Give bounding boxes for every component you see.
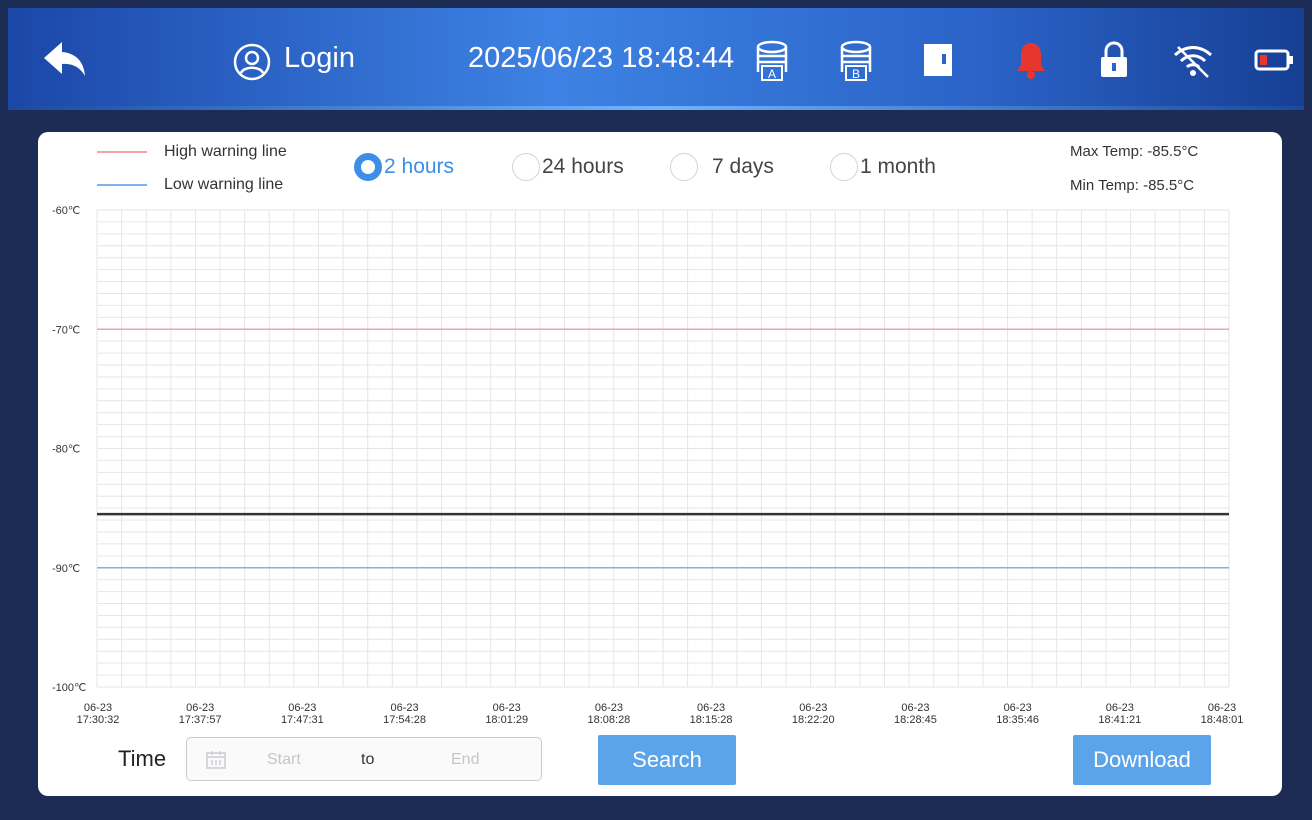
x-tick-label-time: 18:41:21 [1098, 714, 1141, 726]
x-tick-label-time: 18:35:46 [996, 714, 1039, 726]
download-button[interactable]: Download [1073, 735, 1211, 785]
x-tick-label-time: 18:48:01 [1201, 714, 1244, 726]
x-tick-label-time: 18:15:28 [690, 714, 733, 726]
app-frame: Login 2025/06/23 18:48:44 A B High warni… [0, 0, 1312, 820]
x-tick-label-date: 06-23 [697, 702, 725, 714]
range-separator: to [361, 751, 375, 768]
temperature-chart: -60℃-70℃-80℃-90℃-100℃06-2317:30:3206-231… [52, 205, 1244, 726]
x-tick-label-date: 06-23 [493, 702, 521, 714]
x-tick-label-time: 17:54:28 [383, 714, 426, 726]
y-tick-label: -70℃ [52, 324, 80, 336]
search-button[interactable]: Search [598, 735, 736, 785]
x-tick-label-time: 18:28:45 [894, 714, 937, 726]
x-tick-label-date: 06-23 [84, 702, 112, 714]
x-tick-label-time: 18:08:28 [587, 714, 630, 726]
x-tick-label-date: 06-23 [186, 702, 214, 714]
x-tick-label-time: 18:01:29 [485, 714, 528, 726]
x-tick-label-date: 06-23 [1208, 702, 1236, 714]
calendar-icon[interactable] [205, 750, 227, 775]
x-tick-label-time: 18:22:20 [792, 714, 835, 726]
x-tick-label-date: 06-23 [799, 702, 827, 714]
x-tick-label-date: 06-23 [1004, 702, 1032, 714]
y-tick-label: -100℃ [52, 682, 86, 694]
x-tick-label-time: 17:30:32 [77, 714, 120, 726]
start-date-field[interactable]: Start [267, 751, 301, 769]
x-tick-label-date: 06-23 [901, 702, 929, 714]
x-tick-label-time: 17:47:31 [281, 714, 324, 726]
y-tick-label: -90℃ [52, 563, 80, 575]
x-tick-label-date: 06-23 [1106, 702, 1134, 714]
y-tick-label: -80℃ [52, 444, 80, 456]
chart-grid [96, 209, 1230, 688]
end-date-field[interactable]: End [451, 751, 479, 769]
y-tick-label: -60℃ [52, 205, 80, 217]
x-tick-label-date: 06-23 [288, 702, 316, 714]
date-range-input[interactable]: Start to End [186, 737, 542, 781]
x-tick-label-date: 06-23 [595, 702, 623, 714]
x-tick-label-date: 06-23 [390, 702, 418, 714]
x-tick-label-time: 17:37:57 [179, 714, 222, 726]
time-filter-label: Time [118, 746, 167, 771]
